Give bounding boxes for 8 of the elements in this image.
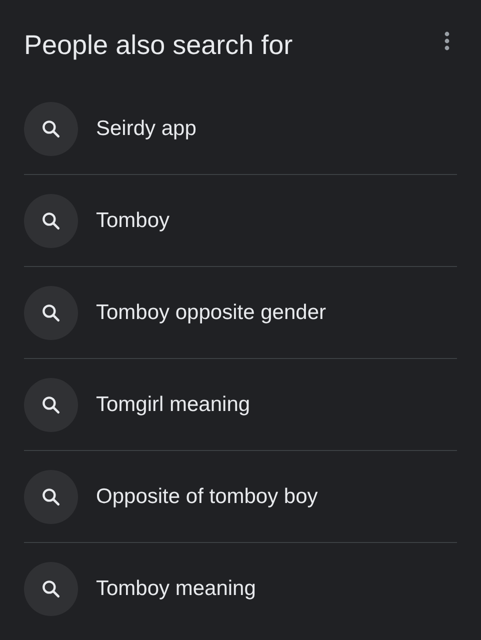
suggestion-link[interactable]: Opposite of tomboy boy	[96, 484, 318, 508]
suggestion-link[interactable]: Tomboy	[96, 208, 170, 232]
more-options-icon[interactable]	[444, 30, 450, 50]
suggestion-link[interactable]: Tomboy opposite gender	[96, 300, 326, 324]
suggestion-link[interactable]: Seirdy app	[96, 116, 196, 140]
suggestion-link[interactable]: Tomboy meaning	[96, 576, 256, 600]
suggestion-link[interactable]: Tomgirl meaning	[96, 392, 250, 416]
section-title: People also search for	[24, 30, 293, 61]
